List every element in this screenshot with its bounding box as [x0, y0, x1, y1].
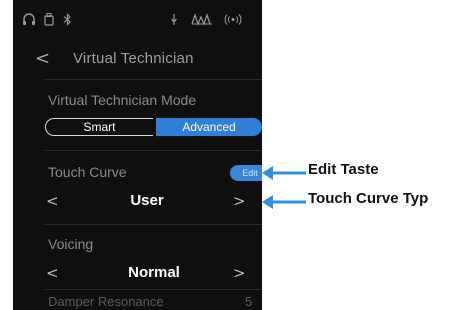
metronome-icon — [191, 13, 213, 29]
mode-segmented-control: Smart Advanced — [45, 118, 262, 136]
divider — [45, 150, 262, 151]
arrow-left-icon — [262, 195, 306, 209]
page-title: Virtual Technician — [73, 50, 194, 67]
screen-header: < Virtual Technician — [13, 44, 262, 78]
mode-label: Virtual Technician Mode — [48, 92, 197, 108]
mode-option-smart[interactable]: Smart — [45, 118, 153, 136]
touch-curve-next-icon[interactable]: > — [233, 192, 246, 210]
divider — [45, 224, 262, 225]
touch-curve-edit-button[interactable]: Edit — [230, 165, 262, 181]
callout-edit-label: Edit Taste — [308, 161, 379, 178]
voicing-value: Normal — [128, 264, 180, 281]
mode-option-advanced[interactable]: Advanced — [156, 118, 262, 136]
microphone-icon — [170, 13, 178, 29]
callout-touch-curve-label: Touch Curve Typ — [308, 190, 429, 207]
arrow-left-icon — [262, 166, 306, 180]
touch-curve-value: User — [130, 192, 164, 209]
status-bar — [13, 0, 262, 44]
touch-curve-prev-icon[interactable]: < — [46, 192, 59, 210]
voicing-prev-icon[interactable]: < — [46, 264, 59, 282]
damper-resonance-label: Damper Resonance — [48, 294, 164, 309]
damper-resonance-value: 5 — [245, 294, 253, 309]
voicing-label: Voicing — [48, 236, 94, 252]
voicing-next-icon[interactable]: > — [233, 264, 246, 282]
wireless-icon — [224, 13, 242, 29]
back-chevron-icon[interactable]: < — [35, 48, 50, 69]
bluetooth-icon — [63, 13, 72, 29]
touch-curve-label: Touch Curve — [48, 164, 127, 180]
divider — [45, 79, 262, 80]
usb-storage-icon — [44, 13, 54, 29]
headphones-icon — [22, 13, 36, 29]
divider — [45, 289, 262, 290]
piano-display-screen: < Virtual Technician Virtual Technician … — [13, 0, 262, 310]
